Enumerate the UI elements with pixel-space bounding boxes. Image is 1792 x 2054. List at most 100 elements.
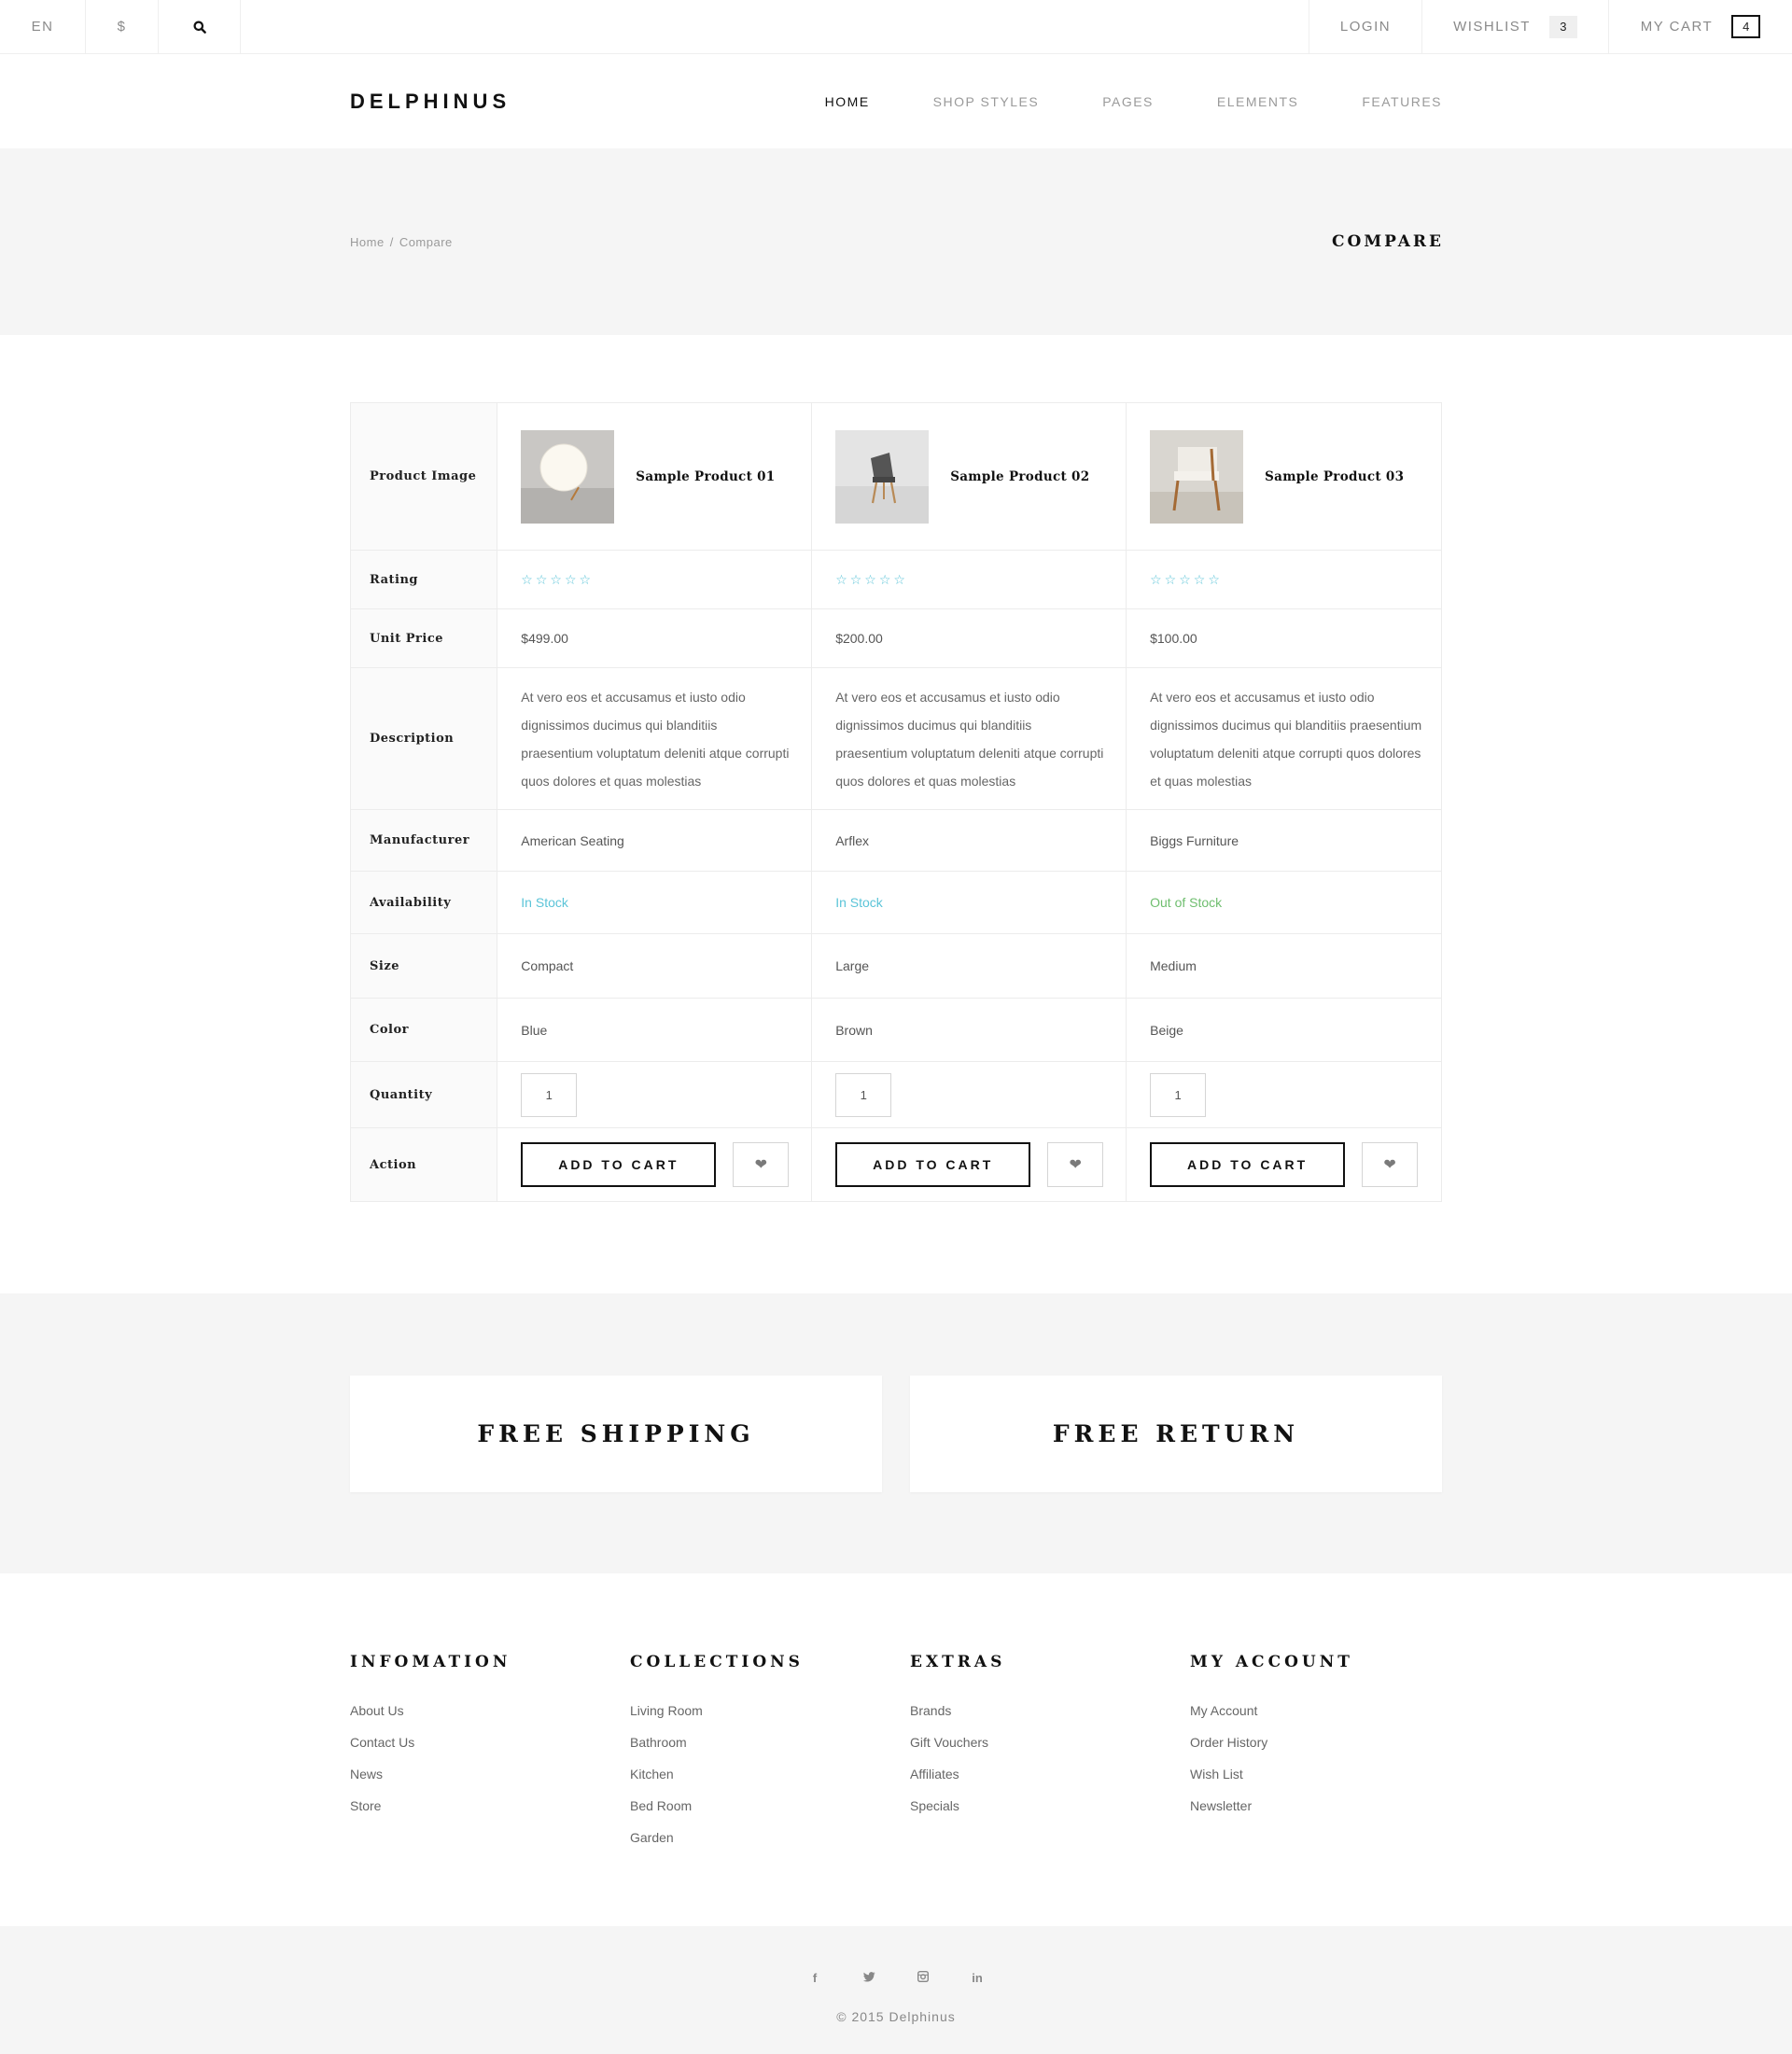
quantity-input[interactable]: 1 xyxy=(521,1072,578,1117)
wishlist-button[interactable]: ❤ xyxy=(1047,1142,1104,1187)
product-name[interactable]: Sample Product 03 xyxy=(1265,469,1404,484)
quantity-input[interactable]: 1 xyxy=(1150,1072,1207,1117)
nav-item-features[interactable]: FEATURES xyxy=(1362,94,1442,109)
footer-link[interactable]: Newsletter xyxy=(1190,1798,1470,1813)
row-label-quantity: Quantity xyxy=(349,1061,498,1128)
linkedin-icon[interactable]: in xyxy=(970,1971,985,1985)
unit-price: $200.00 xyxy=(811,608,1127,668)
instagram-icon[interactable] xyxy=(916,1970,931,1985)
product-size: Medium xyxy=(1126,933,1442,999)
table-row: Manufacturer American Seating Arflex Big… xyxy=(349,809,1442,872)
language-selector[interactable]: EN xyxy=(0,0,86,53)
add-to-cart-button[interactable]: ADD TO CART xyxy=(1150,1142,1346,1187)
footer-heading: MY ACCOUNT xyxy=(1190,1653,1353,1671)
row-label-price: Unit Price xyxy=(349,608,498,668)
wishlist-link[interactable]: WISHLIST 3 xyxy=(1421,0,1608,53)
copyright: © 2015 Delphinus xyxy=(836,2009,956,2024)
search-icon xyxy=(193,21,206,34)
product-name[interactable]: Sample Product 02 xyxy=(950,469,1089,484)
twitter-icon[interactable] xyxy=(861,1971,876,1985)
table-row: Unit Price $499.00 $200.00 $100.00 xyxy=(349,608,1442,668)
breadcrumb-separator: / xyxy=(389,234,394,249)
add-to-cart-button[interactable]: ADD TO CART xyxy=(835,1142,1031,1187)
main-nav: HOME SHOP STYLES PAGES ELEMENTS FEATURES xyxy=(825,94,1442,109)
availability-status: In Stock xyxy=(811,871,1127,934)
cart-link[interactable]: MY CART 4 xyxy=(1608,0,1792,53)
add-to-cart-button[interactable]: ADD TO CART xyxy=(521,1142,717,1187)
unit-price: $100.00 xyxy=(1126,608,1442,668)
table-row: Action ADD TO CART ❤ ADD TO CART ❤ ADD T… xyxy=(349,1127,1442,1202)
top-bar-right: LOGIN WISHLIST 3 MY CART 4 xyxy=(1309,0,1792,53)
product-description: At vero eos et accusamus et iusto odio d… xyxy=(497,667,813,810)
nav-item-elements[interactable]: ELEMENTS xyxy=(1217,94,1298,109)
feature-free-return: FREE RETURN xyxy=(910,1376,1442,1492)
rating-stars: ☆☆☆☆☆ xyxy=(521,571,595,587)
wishlist-label: WISHLIST xyxy=(1453,19,1531,35)
cart-label: MY CART xyxy=(1640,19,1714,35)
product-color: Beige xyxy=(1126,998,1442,1062)
social-links: f in xyxy=(807,1970,985,1985)
product-cell: Sample Product 03 xyxy=(1126,402,1442,551)
logo[interactable]: DELPHINUS xyxy=(350,90,511,114)
breadcrumb-home[interactable]: Home xyxy=(350,235,385,249)
wishlist-button[interactable]: ❤ xyxy=(733,1142,790,1187)
footer-heading: EXTRAS xyxy=(910,1653,1006,1671)
table-row: Rating ☆☆☆☆☆ ☆☆☆☆☆ ☆☆☆☆☆ xyxy=(349,550,1442,609)
currency-selector[interactable]: $ xyxy=(86,0,159,53)
footer-link[interactable]: My Account xyxy=(1190,1703,1470,1718)
footer-link[interactable]: Affiliates xyxy=(910,1767,1190,1782)
footer-link[interactable]: Bed Room xyxy=(630,1798,910,1813)
footer-link[interactable]: Bathroom xyxy=(630,1735,910,1750)
row-label-manufacturer: Manufacturer xyxy=(349,809,498,872)
nav-item-shop-styles[interactable]: SHOP STYLES xyxy=(933,94,1040,109)
footer-link[interactable]: About Us xyxy=(350,1703,630,1718)
footer-link[interactable]: Garden xyxy=(630,1830,910,1845)
nav-item-home[interactable]: HOME xyxy=(825,94,870,109)
footer-link[interactable]: Order History xyxy=(1190,1735,1470,1750)
rating-stars: ☆☆☆☆☆ xyxy=(835,571,908,587)
product-name[interactable]: Sample Product 01 xyxy=(636,469,775,484)
footer-link[interactable]: Living Room xyxy=(630,1703,910,1718)
footer-link[interactable]: News xyxy=(350,1767,630,1782)
nav-item-pages[interactable]: PAGES xyxy=(1102,94,1154,109)
product-image-lamp[interactable] xyxy=(521,429,615,524)
footer-link[interactable]: Brands xyxy=(910,1703,1190,1718)
footer-column-collections: COLLECTIONS Living Room Bathroom Kitchen… xyxy=(630,1653,910,1926)
site-header: DELPHINUS HOME SHOP STYLES PAGES ELEMENT… xyxy=(0,54,1792,148)
search-button[interactable] xyxy=(159,0,241,53)
footer-link[interactable]: Wish List xyxy=(1190,1767,1470,1782)
footer-link[interactable]: Gift Vouchers xyxy=(910,1735,1190,1750)
availability-status: Out of Stock xyxy=(1126,871,1442,934)
row-label-color: Color xyxy=(349,998,498,1062)
compare-table: Product Image Sample Product 01 Sample P… xyxy=(349,402,1442,1202)
page-title-band: Home / Compare COMPARE xyxy=(0,148,1792,335)
quantity-input[interactable]: 1 xyxy=(835,1072,892,1117)
row-label-rating: Rating xyxy=(349,550,498,609)
top-bar-left: EN $ xyxy=(0,0,241,53)
footer-link[interactable]: Store xyxy=(350,1798,630,1813)
login-link[interactable]: LOGIN xyxy=(1309,0,1421,53)
footer-heading: INFOMATION xyxy=(350,1653,511,1671)
product-image-chair-gray[interactable] xyxy=(835,429,930,524)
product-cell: Sample Product 02 xyxy=(811,402,1127,551)
compare-section: Product Image Sample Product 01 Sample P… xyxy=(0,335,1792,1202)
product-size: Compact xyxy=(497,933,813,999)
footer-link[interactable]: Specials xyxy=(910,1798,1190,1813)
breadcrumb-current: Compare xyxy=(399,234,453,249)
product-description: At vero eos et accusamus et iusto odio d… xyxy=(1126,667,1442,810)
facebook-icon[interactable]: f xyxy=(807,1971,822,1985)
row-label-action: Action xyxy=(349,1127,498,1202)
footer-link[interactable]: Kitchen xyxy=(630,1767,910,1782)
footer-bottom-bar: f in © 2015 Delphinus xyxy=(0,1926,1792,2054)
product-size: Large xyxy=(811,933,1127,999)
availability-status: In Stock xyxy=(497,871,813,934)
footer-link[interactable]: Contact Us xyxy=(350,1735,630,1750)
feature-free-shipping: FREE SHIPPING xyxy=(350,1376,882,1492)
wishlist-count-badge: 3 xyxy=(1548,15,1577,38)
heart-icon: ❤ xyxy=(754,1157,767,1173)
wishlist-button[interactable]: ❤ xyxy=(1362,1142,1419,1187)
product-image-chair-wood[interactable] xyxy=(1150,429,1244,524)
manufacturer: Arflex xyxy=(811,809,1127,872)
footer-heading: COLLECTIONS xyxy=(630,1653,804,1671)
unit-price: $499.00 xyxy=(497,608,813,668)
